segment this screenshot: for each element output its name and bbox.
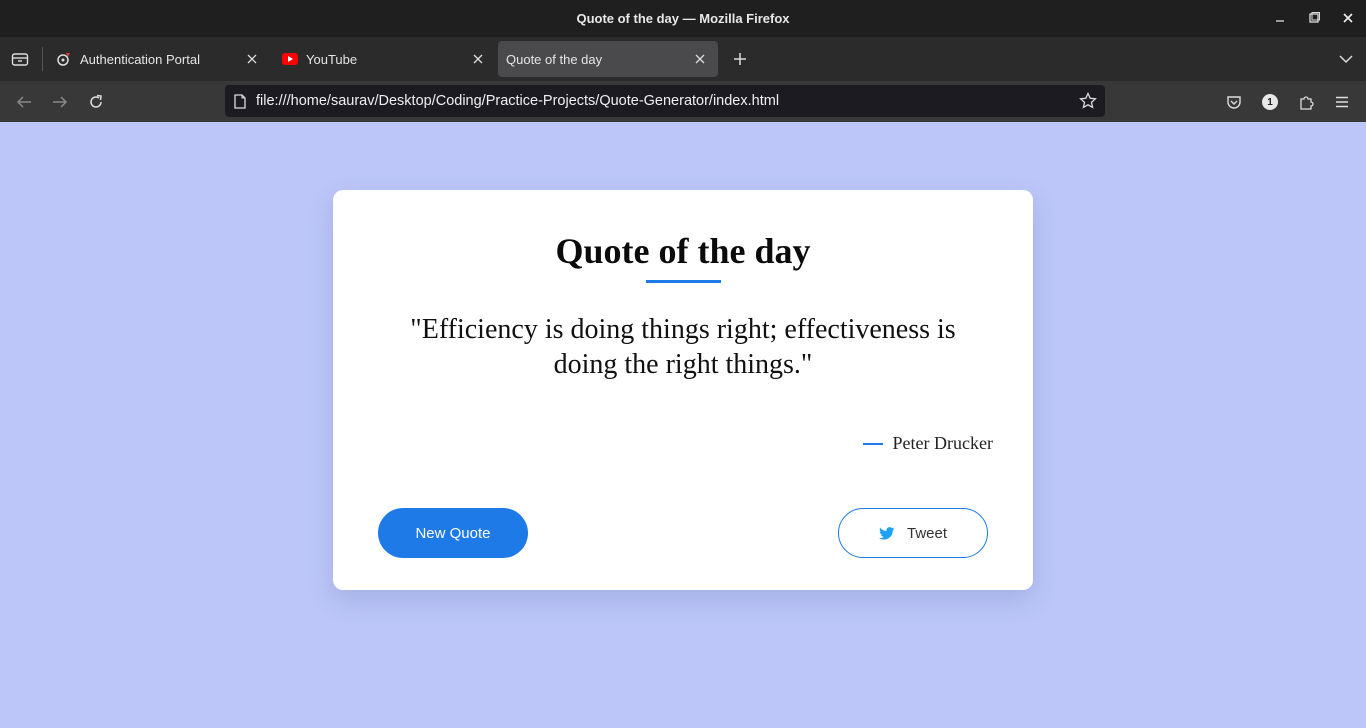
menu-hamburger-icon[interactable] xyxy=(1327,87,1357,117)
author-dash xyxy=(862,442,883,445)
tab-quote-of-the-day[interactable]: Quote of the day xyxy=(498,41,718,77)
extension-badge-icon[interactable]: 1 xyxy=(1255,87,1285,117)
auth-portal-favicon xyxy=(56,51,72,67)
quote-card: Quote of the day "Efficiency is doing th… xyxy=(333,190,1033,590)
new-quote-label: New Quote xyxy=(415,524,491,542)
tab-authentication-portal[interactable]: Authentication Portal xyxy=(46,41,270,77)
tab-separator xyxy=(42,47,43,71)
tweet-label: Tweet xyxy=(906,524,948,542)
close-tab-icon[interactable] xyxy=(690,49,710,69)
tab-label: YouTube xyxy=(306,51,358,67)
twitter-bird-icon xyxy=(879,526,895,540)
quote-author: Peter Drucker xyxy=(862,433,993,454)
page-icon xyxy=(234,93,246,109)
close-window-icon[interactable] xyxy=(1338,8,1358,28)
minimize-icon[interactable] xyxy=(1270,8,1290,28)
close-tab-icon[interactable] xyxy=(242,49,262,69)
maximize-icon[interactable] xyxy=(1304,8,1324,28)
close-tab-icon[interactable] xyxy=(468,49,488,69)
bookmark-star-icon[interactable] xyxy=(1079,92,1097,110)
youtube-favicon xyxy=(282,51,298,67)
window-title: Quote of the day — Mozilla Firefox xyxy=(576,11,790,26)
author-name: Peter Drucker xyxy=(892,433,993,453)
heading-underline xyxy=(646,280,721,283)
tweet-button[interactable]: Tweet xyxy=(838,508,988,558)
list-all-tabs-icon[interactable] xyxy=(1330,43,1362,75)
quote-text: "Efficiency is doing things right; effec… xyxy=(410,314,956,380)
extensions-puzzle-icon[interactable] xyxy=(1291,87,1321,117)
tab-bar: Authentication Portal YouTube Quote of t… xyxy=(0,37,1366,81)
page-heading: Quote of the day xyxy=(555,231,811,271)
new-tab-icon[interactable] xyxy=(724,43,756,75)
pocket-icon[interactable] xyxy=(1219,87,1249,117)
url-text: file:///home/saurav/Desktop/Coding/Pract… xyxy=(256,93,780,109)
view-recent-browsing-icon[interactable] xyxy=(4,43,36,75)
tab-youtube[interactable]: YouTube xyxy=(272,41,496,77)
navigation-toolbar: file:///home/saurav/Desktop/Coding/Pract… xyxy=(0,81,1366,122)
tab-label: Authentication Portal xyxy=(80,51,200,67)
extension-badge-count: 1 xyxy=(1267,96,1273,108)
reload-icon[interactable] xyxy=(81,87,111,117)
back-icon[interactable] xyxy=(9,87,39,117)
tab-label: Quote of the day xyxy=(506,51,603,67)
new-quote-button[interactable]: New Quote xyxy=(378,508,528,558)
address-bar[interactable]: file:///home/saurav/Desktop/Coding/Pract… xyxy=(225,85,1105,117)
forward-icon[interactable] xyxy=(45,87,75,117)
window-titlebar: Quote of the day — Mozilla Firefox xyxy=(0,0,1366,37)
